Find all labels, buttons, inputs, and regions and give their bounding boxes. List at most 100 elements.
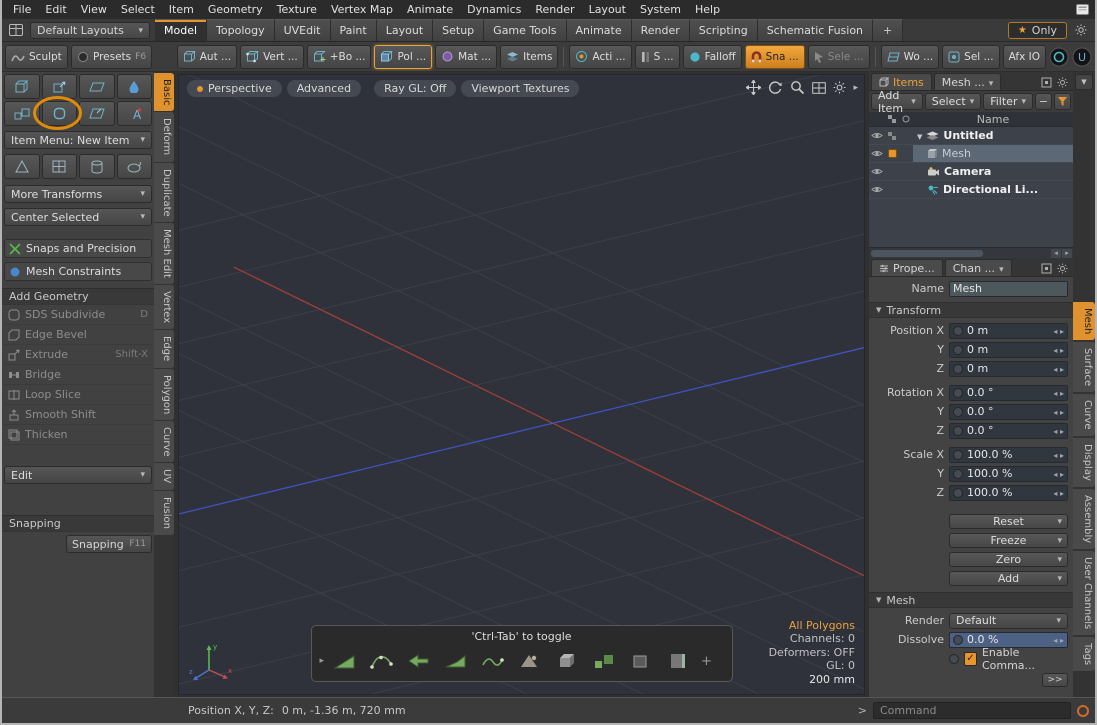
tab-items[interactable]: Items [871, 73, 932, 90]
collapse-list-button[interactable]: − [1035, 93, 1052, 110]
tab-duplicate[interactable]: Duplicate [154, 163, 174, 223]
toolbar-button-items[interactable]: Items [500, 45, 558, 69]
scale-y-field[interactable]: 100.0 % [949, 466, 1068, 482]
tool-button-9[interactable] [4, 154, 40, 179]
scale-z-field[interactable]: 100.0 % [949, 485, 1068, 501]
orbit-icon[interactable] [768, 80, 783, 95]
chevron-right-icon[interactable]: ▸ [320, 656, 325, 666]
position-z-field[interactable]: 0 m [949, 361, 1068, 377]
tool-button-3[interactable] [79, 74, 115, 99]
stepper-arrows-icon[interactable] [1053, 362, 1064, 375]
toolbox-icon-9[interactable] [625, 647, 657, 675]
tool-button-1[interactable] [4, 74, 40, 99]
layouts-dropdown[interactable]: Default Layouts ▾ [30, 22, 150, 39]
filter-dropdown[interactable]: Filter [983, 93, 1033, 110]
render-dropdown[interactable]: Default [949, 613, 1068, 629]
filter-funnel-button[interactable] [1054, 93, 1071, 110]
toolbox-icon-6[interactable] [514, 647, 546, 675]
stepper-arrows-icon[interactable] [1053, 386, 1064, 399]
toolbox-icon-1[interactable] [329, 647, 361, 675]
menu-select[interactable]: Select [114, 3, 162, 16]
tool-edge-bevel[interactable]: Edge Bevel [4, 325, 152, 345]
snapping-button[interactable]: Snapping F11 [66, 535, 152, 553]
expand-panel-icon[interactable] [1041, 263, 1052, 274]
viewport-textures-button[interactable]: Viewport Textures [461, 80, 579, 97]
layout-tab-render[interactable]: Render [632, 19, 690, 41]
keyframe-dot[interactable] [949, 654, 959, 664]
tool-button-7[interactable] [79, 101, 115, 126]
perspective-button[interactable]: Perspective [187, 80, 282, 97]
toolbar-button-afx-io[interactable]: Afx IO [1003, 45, 1046, 69]
keyframe-dot[interactable] [953, 488, 963, 498]
command-input[interactable] [873, 702, 1071, 719]
expand-panel-icon[interactable] [1041, 77, 1052, 88]
expander-icon[interactable] [917, 129, 922, 142]
raygl-button[interactable]: Ray GL: Off [374, 80, 456, 97]
keyframe-dot[interactable] [953, 407, 963, 417]
side-tab-curve[interactable]: Curve [1073, 394, 1095, 436]
stepper-arrows-icon[interactable] [1053, 343, 1064, 356]
keyframe-dot[interactable] [953, 426, 963, 436]
keyframe-dot[interactable] [953, 469, 963, 479]
toolbox-icon-7[interactable] [551, 647, 583, 675]
side-tab-mesh[interactable]: Mesh [1073, 302, 1095, 340]
expand-properties-button[interactable]: >> [1042, 673, 1068, 687]
layout-tab-layout[interactable]: Layout [377, 19, 433, 41]
item-menu-dropdown[interactable]: Item Menu: New Item [4, 131, 152, 149]
toolbox-icon-10[interactable] [662, 647, 694, 675]
tab-edge[interactable]: Edge [154, 330, 174, 367]
rotation-y-field[interactable]: 0.0 ° [949, 404, 1068, 420]
tool-extrude[interactable]: Extrude Shift-X [4, 345, 152, 365]
keyframe-dot[interactable] [953, 345, 963, 355]
tool-thicken[interactable]: Thicken [4, 425, 152, 445]
add-tool-icon[interactable]: + [701, 654, 712, 669]
layout-tab-schematic-fusion[interactable]: Schematic Fusion [758, 19, 873, 41]
gear-icon[interactable] [1057, 263, 1068, 274]
panel-menu-button[interactable] [1075, 74, 1093, 90]
name-column-header[interactable]: Name [913, 113, 1073, 126]
side-tab-tags[interactable]: Tags [1073, 637, 1095, 671]
layout-tab-scripting[interactable]: Scripting [690, 19, 758, 41]
toolbox-icon-4[interactable] [440, 647, 472, 675]
render-column-header[interactable] [885, 115, 899, 123]
keyframe-dot[interactable] [953, 450, 963, 460]
stepper-arrows-icon[interactable] [1053, 405, 1064, 418]
tab-properties[interactable]: Prope... [871, 259, 943, 276]
toolbar-button-symmetry[interactable]: S ... [635, 45, 680, 69]
scroll-left-icon[interactable]: ◂ [1051, 249, 1061, 258]
scrollbar-thumb[interactable] [871, 250, 983, 257]
item-list-scrollbar[interactable]: ◂ ▸ [869, 247, 1073, 258]
add-button[interactable]: Add [949, 571, 1068, 586]
toolbox-icon-2[interactable] [366, 647, 398, 675]
menu-vertex-map[interactable]: Vertex Map [324, 3, 400, 16]
advanced-button[interactable]: Advanced [287, 80, 361, 97]
mesh-section-header[interactable]: Mesh [869, 592, 1073, 608]
toolbar-button-selection-sets[interactable]: Sel ... [942, 45, 999, 69]
tool-button-5[interactable] [4, 101, 40, 126]
toolbar-button-falloff[interactable]: Falloff [683, 45, 742, 69]
select-dropdown[interactable]: Select [925, 93, 981, 110]
toolbar-button-workplane[interactable]: Wo ... [881, 45, 940, 69]
stepper-arrows-icon[interactable] [1053, 486, 1064, 499]
keyframe-dot[interactable] [953, 388, 963, 398]
keyframe-dot[interactable] [953, 635, 963, 645]
tool-loop-slice[interactable]: Loop Slice [4, 385, 152, 405]
transform-section-header[interactable]: Transform [869, 302, 1073, 318]
position-y-field[interactable]: 0 m [949, 342, 1068, 358]
capture-ring-icon[interactable] [1049, 46, 1069, 68]
chevron-right-icon[interactable]: ▸ [853, 83, 858, 93]
add-layout-tab-button[interactable]: + [873, 19, 903, 41]
layout-tab-animate[interactable]: Animate [567, 19, 632, 41]
tool-button-10[interactable] [42, 154, 78, 179]
tab-mesh-edit[interactable]: Mesh Edit [154, 223, 174, 284]
menu-system[interactable]: System [633, 3, 688, 16]
presets-button[interactable]: Presets F6 [71, 45, 152, 69]
tab-vertex[interactable]: Vertex [154, 285, 174, 329]
toolbar-button-boolean[interactable]: +Bo ... [307, 45, 372, 69]
stepper-arrows-icon[interactable] [1053, 448, 1064, 461]
tree-row-mesh[interactable]: Mesh [869, 145, 1073, 163]
scroll-right-icon[interactable]: ▸ [1062, 249, 1072, 258]
visibility-eye-icon[interactable] [869, 185, 885, 194]
sculpt-button[interactable]: Sculpt [5, 45, 68, 69]
tool-button-8[interactable]: A [117, 101, 153, 126]
